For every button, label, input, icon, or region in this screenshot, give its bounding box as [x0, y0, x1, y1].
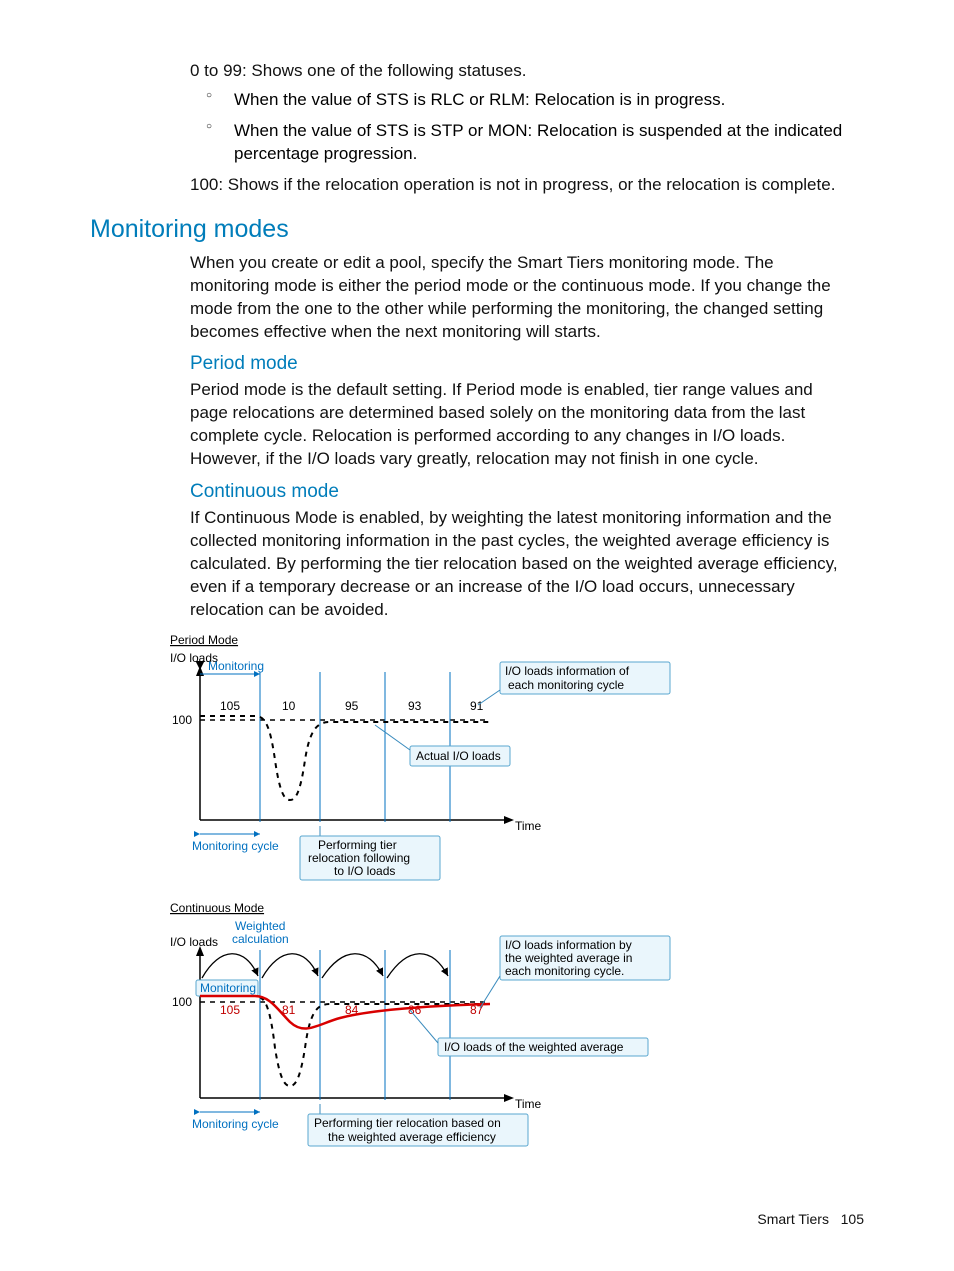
- period-monitoring-label: Monitoring: [208, 659, 264, 673]
- status-100-text: 100: Shows if the relocation operation i…: [190, 174, 854, 197]
- period-val-4: 91: [470, 699, 484, 713]
- heading-monitoring-modes: Monitoring modes: [90, 215, 864, 244]
- period-callout-1b: each monitoring cycle: [508, 678, 624, 692]
- period-title: Period Mode: [170, 633, 238, 647]
- cont-val-0: 105: [220, 1003, 240, 1017]
- period-perform-1: Performing tier: [318, 838, 397, 852]
- modes-figure: Period Mode I/O loads Time 100: [160, 630, 864, 1155]
- period-ref-100: 100: [172, 713, 192, 727]
- monitoring-modes-para: When you create or edit a pool, specify …: [190, 252, 854, 344]
- heading-continuous-mode: Continuous mode: [190, 481, 864, 503]
- status-list: When the value of STS is RLC or RLM: Rel…: [190, 89, 854, 166]
- status-range-text: 0 to 99: Shows one of the following stat…: [190, 60, 854, 83]
- heading-period-mode: Period mode: [190, 353, 864, 375]
- cont-callout-1b: the weighted average in: [505, 951, 632, 965]
- cont-monitoring-label: Monitoring: [200, 981, 256, 995]
- period-val-3: 93: [408, 699, 422, 713]
- status-item-2: When the value of STS is STP or MON: Rel…: [206, 120, 854, 166]
- footer-page: 105: [841, 1211, 864, 1227]
- cont-callout-1a: I/O loads information by: [505, 938, 632, 952]
- period-xlabel: Time: [515, 819, 542, 833]
- cont-monitoring-cycle: Monitoring cycle: [192, 1117, 279, 1131]
- period-actual-label: Actual I/O loads: [416, 749, 501, 763]
- period-mode-chart: Period Mode I/O loads Time 100: [170, 633, 670, 880]
- cont-ref-100: 100: [172, 995, 192, 1009]
- period-monitoring-cycle: Monitoring cycle: [192, 839, 279, 853]
- period-val-0: 105: [220, 699, 240, 713]
- cont-weighted-avg-label: I/O loads of the weighted average: [444, 1040, 624, 1054]
- cont-ylabel: I/O loads: [170, 935, 218, 949]
- cont-xlabel: Time: [515, 1097, 542, 1111]
- cont-weighted-1: Weighted: [235, 919, 285, 933]
- period-perform-2: relocation following: [308, 851, 410, 865]
- continuous-mode-para: If Continuous Mode is enabled, by weight…: [190, 507, 854, 622]
- cont-weighted-2: calculation: [232, 932, 289, 946]
- period-mode-para: Period mode is the default setting. If P…: [190, 379, 854, 471]
- cont-title: Continuous Mode: [170, 901, 264, 915]
- cont-perform-1: Performing tier relocation based on: [314, 1116, 501, 1130]
- cont-callout-1c: each monitoring cycle.: [505, 964, 624, 978]
- period-val-2: 95: [345, 699, 359, 713]
- period-callout-1a: I/O loads information of: [505, 664, 630, 678]
- status-item-1: When the value of STS is RLC or RLM: Rel…: [206, 89, 854, 112]
- footer-section: Smart Tiers: [757, 1211, 829, 1227]
- cont-perform-2: the weighted average efficiency: [328, 1130, 496, 1144]
- period-val-1: 10: [282, 699, 296, 713]
- page-footer: Smart Tiers 105: [757, 1211, 864, 1227]
- continuous-mode-chart: Continuous Mode I/O loads Weighted calcu…: [170, 901, 670, 1146]
- period-perform-3: to I/O loads: [334, 864, 395, 878]
